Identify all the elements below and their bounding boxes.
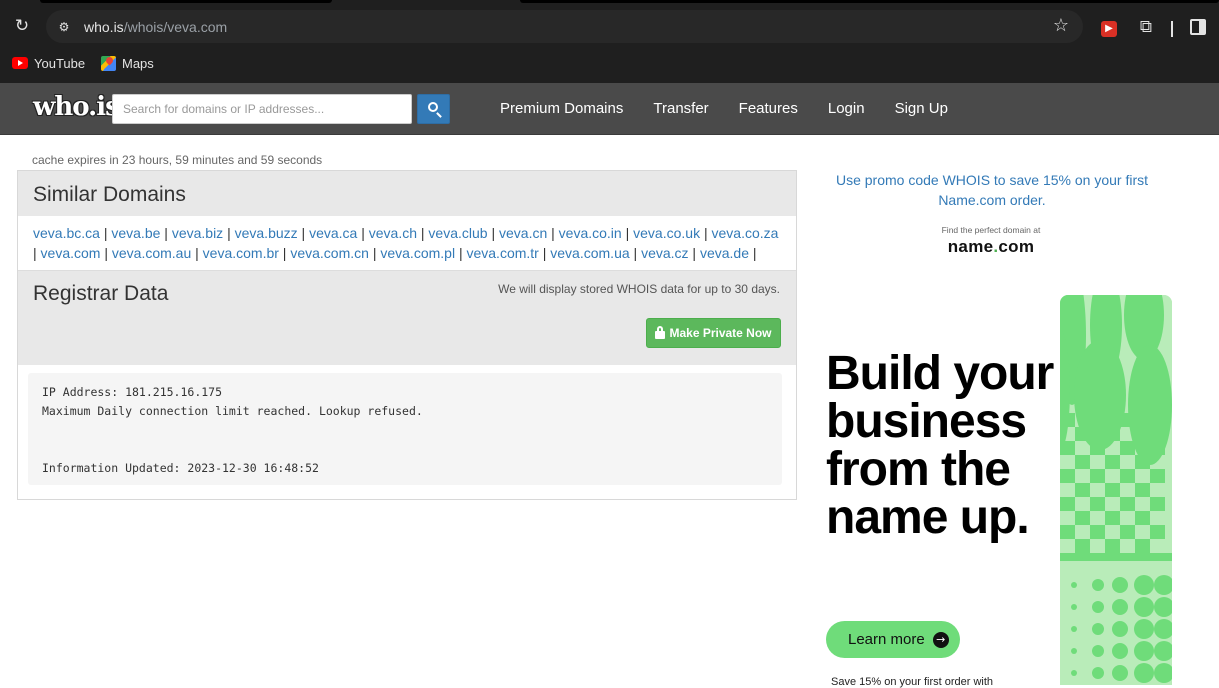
nav-transfer[interactable]: Transfer (638, 100, 723, 117)
similar-domain-link[interactable]: veva.cn (499, 225, 547, 241)
learn-more-label: Learn more (848, 631, 925, 648)
find-domain-caption: Find the perfect domain at (941, 225, 1041, 235)
stored-data-note: We will display stored WHOIS data for up… (498, 282, 780, 296)
extension-icon[interactable]: ▶ (1101, 21, 1117, 37)
domain-separator: | (455, 245, 467, 261)
bookmark-star-icon[interactable]: ☆ (1053, 16, 1069, 36)
domain-separator: | (99, 225, 112, 241)
similar-domain-link[interactable]: veva.de (700, 245, 749, 261)
browser-toolbar: ↻ ⚙ who.is/whois/veva.com ☆ ▶ ⧉ YouTube … (0, 4, 1219, 83)
domain-separator: | (749, 245, 757, 261)
nav-login[interactable]: Login (813, 100, 880, 117)
similar-domain-link[interactable]: veva.com.pl (380, 245, 455, 261)
raw-limit-line: Maximum Daily connection limit reached. … (42, 404, 423, 418)
cache-notice: cache expires in 23 hours, 59 minutes an… (32, 153, 323, 167)
domain-separator: | (700, 225, 712, 241)
browser-tab[interactable] (40, 0, 332, 3)
similar-domains-list: veva.bc.ca | veva.be | veva.biz | veva.b… (33, 223, 785, 263)
site-info-icon[interactable]: ⚙ (54, 17, 74, 37)
similar-domain-link[interactable]: veva.club (428, 225, 487, 241)
similar-domain-link[interactable]: veva.com.cn (290, 245, 369, 261)
similar-domain-link[interactable]: veva.com (41, 245, 101, 261)
domain-separator: | (278, 245, 291, 261)
similar-domains-title: Similar Domains (33, 183, 186, 206)
maps-icon (101, 55, 116, 71)
similar-domain-link[interactable]: veva.bc.ca (33, 225, 100, 241)
similar-domain-link[interactable]: veva.com.tr (466, 245, 538, 261)
extensions-puzzle-icon[interactable]: ⧉ (1136, 17, 1156, 37)
domain-separator: | (33, 245, 41, 261)
domain-separator: | (191, 245, 203, 261)
registrar-title: Registrar Data (33, 282, 169, 305)
domain-separator: | (621, 225, 634, 241)
domain-separator: | (538, 245, 551, 261)
domain-separator: | (688, 245, 700, 261)
ad-pattern-graphic (1060, 295, 1172, 685)
raw-updated-line: Information Updated: 2023-12-30 16:48:52 (42, 461, 319, 475)
similar-domain-link[interactable]: veva.be (111, 225, 160, 241)
whois-logo[interactable]: who.is (33, 92, 120, 122)
domain-separator: | (297, 225, 310, 241)
ad-footnote: Save 15% on your first order with (831, 676, 994, 688)
site-header: who.is Premium Domains Transfer Features… (0, 83, 1219, 135)
youtube-icon (12, 57, 28, 69)
search-icon (428, 102, 438, 112)
nav-sign-up[interactable]: Sign Up (880, 100, 963, 117)
ad-headline: Build your business from the name up. (826, 347, 1054, 544)
make-private-button[interactable]: Make Private Now (646, 318, 781, 348)
similar-domain-link[interactable]: veva.com.br (203, 245, 279, 261)
similar-domain-link[interactable]: veva.com.au (112, 245, 191, 261)
bookmark-label: Maps (122, 55, 154, 71)
domain-separator: | (357, 225, 369, 241)
domain-separator: | (223, 225, 235, 241)
domain-separator: | (487, 225, 499, 241)
bookmark-maps[interactable]: Maps (101, 53, 154, 73)
bookmark-label: YouTube (34, 55, 86, 71)
bookmark-youtube[interactable]: YouTube (12, 53, 85, 73)
domain-separator: | (417, 225, 429, 241)
nav-premium-domains[interactable]: Premium Domains (485, 100, 638, 117)
similar-domain-link[interactable]: veva.ch (369, 225, 417, 241)
similar-domain-link[interactable]: veva.buzz (235, 225, 298, 241)
similar-domain-link[interactable]: veva.biz (172, 225, 223, 241)
lock-icon (655, 326, 666, 339)
promo-code-link[interactable]: Use promo code WHOIS to save 15% on your… (830, 170, 1154, 210)
browser-tab[interactable] (520, 0, 1219, 3)
reload-icon[interactable]: ↻ (12, 16, 32, 36)
domain-separator: | (100, 245, 112, 261)
search-button[interactable] (417, 94, 450, 124)
domain-search-input[interactable] (112, 94, 412, 124)
domain-separator: | (629, 245, 642, 261)
domain-separator: | (547, 225, 559, 241)
whois-panel: Similar Domains veva.bc.ca | veva.be | v… (17, 170, 797, 500)
raw-ip-line: IP Address: 181.215.16.175 (42, 385, 223, 399)
similar-domain-link[interactable]: veva.cz (641, 245, 688, 261)
side-panel-icon[interactable] (1190, 19, 1206, 35)
address-bar[interactable]: ⚙ who.is/whois/veva.com ☆ (46, 10, 1083, 43)
learn-more-button[interactable]: Learn more → (826, 621, 960, 658)
url-text[interactable]: who.is/whois/veva.com (84, 19, 227, 35)
similar-domain-link[interactable]: veva.ca (309, 225, 357, 241)
similar-domain-link[interactable]: veva.co.in (559, 225, 622, 241)
similar-domains-header: Similar Domains (18, 171, 796, 216)
main-nav: Premium Domains Transfer Features Login … (485, 100, 963, 117)
similar-domain-link[interactable]: veva.co.uk (633, 225, 700, 241)
namecom-logo[interactable]: name.com (930, 237, 1052, 257)
domain-separator: | (368, 245, 381, 261)
whois-raw-data: IP Address: 181.215.16.175 Maximum Daily… (28, 373, 782, 485)
ad-graphic (1060, 295, 1172, 685)
nav-features[interactable]: Features (724, 100, 813, 117)
domain-separator: | (160, 225, 172, 241)
similar-domain-link[interactable]: veva.co.za (712, 225, 779, 241)
make-private-label: Make Private Now (669, 326, 772, 340)
similar-domain-link[interactable]: veva.com.ua (550, 245, 629, 261)
toolbar-divider (1171, 21, 1173, 37)
arrow-right-icon: → (932, 631, 949, 648)
